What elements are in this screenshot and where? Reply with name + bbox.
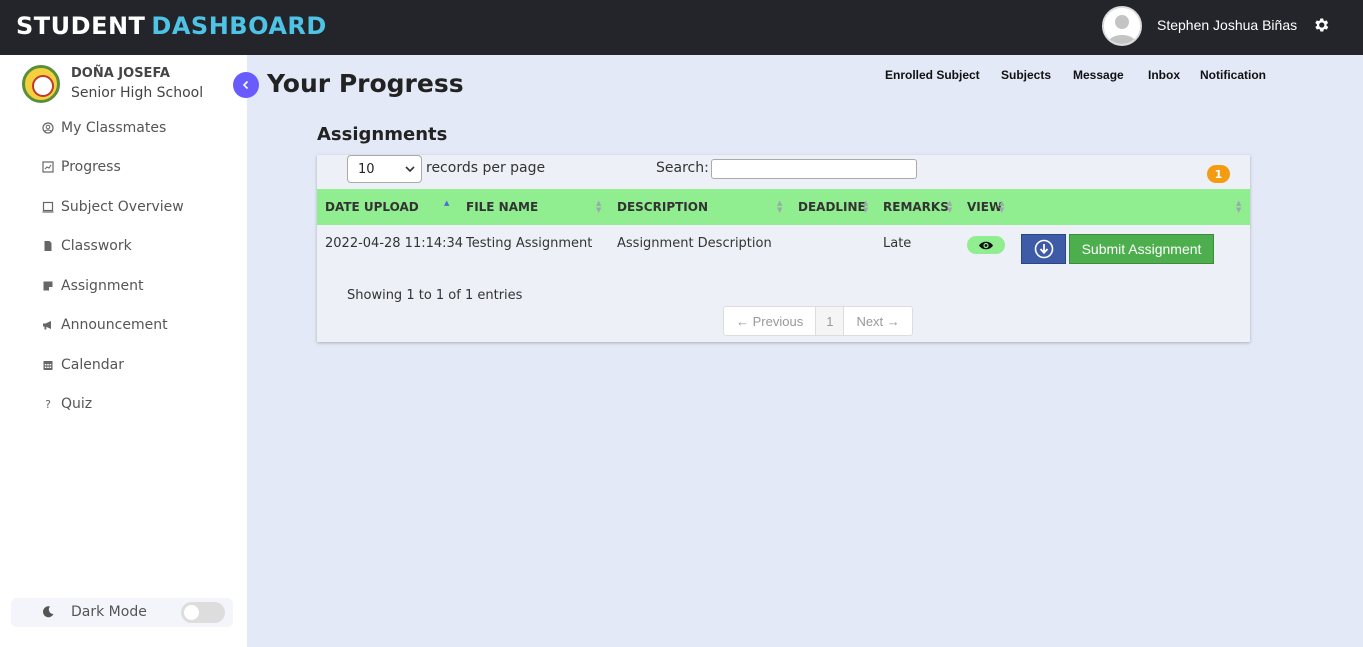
column-header-deadline[interactable]: DEADLINE	[798, 189, 866, 225]
sidebar-item-label: Quiz	[61, 396, 93, 412]
sidebar-item-label: Progress	[61, 159, 121, 175]
moon-icon	[42, 606, 54, 618]
nav-link-enrolled-subject[interactable]: Enrolled Subject	[885, 66, 980, 84]
records-per-page-label: records per page	[426, 160, 546, 176]
sort-icon[interactable]: ▲▼	[863, 189, 868, 225]
search-label: Search:	[656, 160, 709, 176]
sidebar-item-progress[interactable]: Progress	[40, 156, 121, 178]
column-header-file-name[interactable]: FILE NAME	[466, 189, 538, 225]
view-button[interactable]	[967, 236, 1005, 254]
sidebar-item-label: My Classmates	[61, 120, 167, 136]
brand-word-student: STUDENT	[16, 12, 146, 40]
top-bar: STUDENT DASHBOARD Stephen Joshua Biñas	[0, 0, 1363, 55]
nav-link-message[interactable]: Message	[1073, 66, 1124, 84]
column-header-remarks[interactable]: REMARKS	[883, 189, 949, 225]
table-header: DATE UPLOAD ▲▼ FILE NAME ▲▼ DESCRIPTION …	[317, 189, 1250, 225]
page-1-button[interactable]: 1	[816, 307, 845, 335]
sidebar-item-subject-overview[interactable]: Subject Overview	[40, 196, 184, 218]
sidebar-item-announcement[interactable]: Announcement	[40, 314, 168, 336]
sort-icon[interactable]: ▲▼	[444, 189, 449, 225]
sidebar-item-calendar[interactable]: Calendar	[40, 354, 124, 376]
user-name[interactable]: Stephen Joshua Biñas	[1157, 16, 1297, 34]
records-per-page-value: 10	[358, 161, 375, 177]
previous-page-button[interactable]: ← Previous	[724, 307, 817, 335]
sort-icon[interactable]: ▲▼	[1236, 189, 1241, 225]
page-title: Your Progress	[267, 69, 464, 98]
brand-title: STUDENT DASHBOARD	[16, 10, 327, 42]
question-icon: ?	[45, 397, 51, 411]
cell-remarks: Late	[883, 236, 912, 251]
column-header-date-upload[interactable]: DATE UPLOAD	[325, 189, 419, 225]
user-avatar-icon	[1104, 8, 1140, 44]
sidebar-item-classwork[interactable]: Classwork	[40, 235, 132, 257]
sidebar: DOÑA JOSEFA Senior High School My Classm…	[0, 55, 247, 647]
chevron-down-icon	[405, 166, 415, 173]
sort-icon[interactable]: ▲▼	[777, 189, 782, 225]
calendar-icon	[40, 359, 56, 371]
school-name-line1: DOÑA JOSEFA	[71, 66, 170, 81]
sidebar-item-label: Subject Overview	[61, 199, 184, 215]
brand-word-dashboard: DASHBOARD	[151, 12, 327, 40]
file-icon	[40, 240, 56, 252]
search-input[interactable]	[711, 159, 917, 179]
school-logo	[22, 65, 60, 103]
records-per-page-select[interactable]: 10	[347, 155, 422, 183]
column-header-view[interactable]: VIEW	[967, 189, 1002, 225]
cell-file-name: Testing Assignment	[466, 236, 593, 251]
next-page-button[interactable]: Next →	[844, 307, 911, 335]
sidebar-item-label: Classwork	[61, 238, 132, 254]
dark-mode-row: Dark Mode	[11, 598, 233, 627]
table-info: Showing 1 to 1 of 1 entries	[347, 288, 523, 303]
school-name-line2: Senior High School	[71, 85, 204, 101]
sort-icon[interactable]: ▲▼	[999, 189, 1004, 225]
sidebar-item-assignment[interactable]: Assignment	[40, 275, 143, 297]
download-icon	[1034, 239, 1053, 259]
nav-link-notification[interactable]: Notification	[1200, 66, 1266, 84]
toggle-knob	[184, 605, 199, 620]
chevron-left-icon	[242, 80, 249, 90]
user-circle-icon	[40, 122, 56, 134]
sort-icon[interactable]: ▲▼	[596, 189, 601, 225]
megaphone-icon	[40, 319, 56, 331]
sidebar-item-label: Calendar	[61, 357, 124, 373]
sidebar-collapse-button[interactable]	[233, 72, 259, 98]
gear-icon[interactable]	[1312, 16, 1330, 34]
cell-date-upload: 2022-04-28 11:14:34	[325, 236, 464, 251]
section-title: Assignments	[317, 124, 448, 145]
note-icon	[40, 280, 56, 292]
eye-icon	[979, 241, 993, 249]
chart-icon	[40, 161, 56, 173]
laptop-icon	[40, 201, 56, 213]
column-header-description[interactable]: DESCRIPTION	[617, 189, 708, 225]
sort-icon[interactable]: ▲▼	[947, 189, 952, 225]
pagination: ← Previous 1 Next →	[723, 306, 913, 336]
sidebar-item-my-classmates[interactable]: My Classmates	[40, 117, 166, 139]
nav-link-inbox[interactable]: Inbox	[1148, 66, 1180, 84]
sidebar-item-label: Assignment	[61, 278, 144, 294]
avatar[interactable]	[1102, 6, 1142, 46]
cell-description: Assignment Description	[617, 236, 772, 251]
submit-assignment-button[interactable]: Submit Assignment	[1069, 234, 1214, 264]
dark-mode-label: Dark Mode	[71, 604, 147, 620]
assignments-table-card: 10 records per page Search: 1 DATE UPLOA…	[317, 155, 1250, 342]
notification-badge: 1	[1207, 165, 1230, 183]
sidebar-item-quiz[interactable]: ? Quiz	[40, 393, 92, 415]
download-button[interactable]	[1021, 234, 1066, 264]
dark-mode-toggle[interactable]	[181, 602, 225, 623]
nav-link-subjects[interactable]: Subjects	[1001, 66, 1051, 84]
sidebar-item-label: Announcement	[61, 317, 168, 333]
